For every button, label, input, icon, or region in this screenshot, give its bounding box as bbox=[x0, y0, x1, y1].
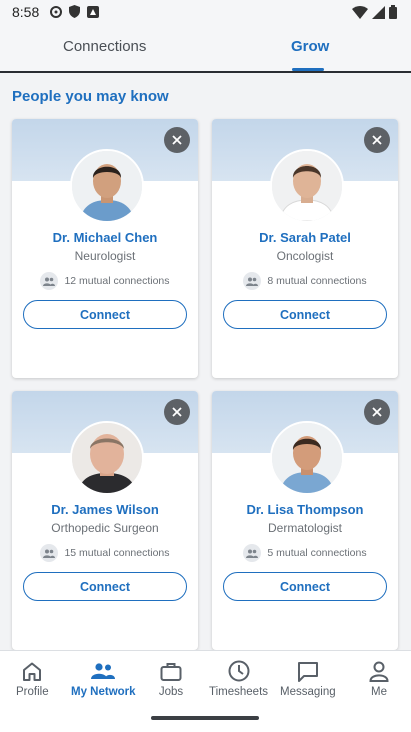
dismiss-button[interactable] bbox=[164, 127, 190, 153]
person-card[interactable]: Dr. Michael Chen Neurologist 12 mutual c… bbox=[12, 119, 198, 378]
mutual-count: 8 mutual connections bbox=[267, 275, 367, 287]
nav-my-network[interactable]: My Network bbox=[71, 659, 136, 698]
status-bar: 8:58 bbox=[0, 0, 411, 24]
person-icon bbox=[365, 659, 393, 683]
home-gesture-bar[interactable] bbox=[151, 716, 259, 720]
people-icon bbox=[243, 272, 262, 290]
person-card[interactable]: Dr. Sarah Patel Oncologist 8 mutual conn… bbox=[212, 119, 398, 378]
battery-icon bbox=[389, 5, 397, 19]
avatar-photo bbox=[72, 423, 142, 493]
dismiss-button[interactable] bbox=[164, 399, 190, 425]
avatar[interactable] bbox=[270, 421, 344, 495]
mutual-connections: 8 mutual connections bbox=[212, 272, 398, 290]
connect-button[interactable]: Connect bbox=[223, 300, 387, 329]
people-icon bbox=[243, 544, 262, 562]
nav-profile[interactable]: Profile bbox=[16, 659, 49, 698]
avatar-photo bbox=[72, 151, 142, 221]
clock-icon bbox=[225, 659, 253, 683]
status-notification-icons bbox=[50, 5, 99, 18]
close-icon bbox=[172, 407, 182, 417]
nav-jobs[interactable]: Jobs bbox=[157, 659, 185, 698]
active-tab-indicator bbox=[292, 68, 324, 71]
avatar-photo bbox=[272, 151, 342, 221]
person-card[interactable]: Dr. Lisa Thompson Dermatologist 5 mutual… bbox=[212, 391, 398, 650]
avatar-photo bbox=[272, 423, 342, 493]
status-time: 8:58 bbox=[12, 4, 40, 20]
chat-icon bbox=[294, 659, 322, 683]
avatar[interactable] bbox=[270, 149, 344, 223]
people-icon bbox=[40, 544, 59, 562]
mutual-count: 15 mutual connections bbox=[64, 547, 170, 559]
nav-label: Me bbox=[371, 686, 387, 698]
nav-label: Jobs bbox=[158, 686, 184, 698]
person-title: Neurologist bbox=[74, 249, 136, 263]
network-tabs: Connections Grow bbox=[0, 24, 411, 73]
nav-timesheets[interactable]: Timesheets bbox=[209, 659, 268, 698]
close-icon bbox=[372, 407, 382, 417]
connect-button[interactable]: Connect bbox=[23, 572, 187, 601]
mutual-count: 12 mutual connections bbox=[64, 275, 170, 287]
home-icon bbox=[18, 659, 46, 683]
person-name[interactable]: Dr. Michael Chen bbox=[12, 230, 198, 245]
nav-label: Profile bbox=[16, 686, 49, 698]
connect-button[interactable]: Connect bbox=[223, 572, 387, 601]
shield-status-icon bbox=[69, 5, 80, 18]
status-system-icons bbox=[352, 5, 397, 19]
tab-connections[interactable]: Connections bbox=[63, 38, 146, 55]
person-title: Orthopedic Surgeon bbox=[51, 521, 159, 535]
connect-button[interactable]: Connect bbox=[23, 300, 187, 329]
nav-label: My Network bbox=[71, 686, 136, 698]
person-card[interactable]: Dr. James Wilson Orthopedic Surgeon 15 m… bbox=[12, 391, 198, 650]
tab-grow[interactable]: Grow bbox=[291, 38, 329, 55]
close-icon bbox=[172, 135, 182, 145]
wifi-icon bbox=[352, 5, 368, 19]
person-title: Oncologist bbox=[276, 249, 334, 263]
mutual-connections: 12 mutual connections bbox=[12, 272, 198, 290]
mutual-connections: 5 mutual connections bbox=[212, 544, 398, 562]
settings-status-icon bbox=[50, 5, 62, 18]
nav-messaging[interactable]: Messaging bbox=[280, 659, 336, 698]
briefcase-icon bbox=[157, 659, 185, 683]
dismiss-button[interactable] bbox=[364, 127, 390, 153]
mutual-count: 5 mutual connections bbox=[267, 547, 367, 559]
nav-label: Timesheets bbox=[209, 686, 269, 698]
section-title: People you may know bbox=[12, 88, 169, 105]
signal-icon bbox=[372, 5, 385, 19]
person-name[interactable]: Dr. Sarah Patel bbox=[212, 230, 398, 245]
person-name[interactable]: Dr. Lisa Thompson bbox=[212, 502, 398, 517]
people-icon bbox=[89, 659, 117, 683]
app-status-icon bbox=[87, 5, 99, 18]
mutual-connections: 15 mutual connections bbox=[12, 544, 198, 562]
avatar[interactable] bbox=[70, 149, 144, 223]
person-name[interactable]: Dr. James Wilson bbox=[12, 502, 198, 517]
avatar[interactable] bbox=[70, 421, 144, 495]
close-icon bbox=[372, 135, 382, 145]
dismiss-button[interactable] bbox=[364, 399, 390, 425]
person-title: Dermatologist bbox=[267, 521, 343, 535]
people-icon bbox=[40, 272, 59, 290]
nav-me[interactable]: Me bbox=[365, 659, 393, 698]
nav-label: Messaging bbox=[280, 686, 336, 698]
